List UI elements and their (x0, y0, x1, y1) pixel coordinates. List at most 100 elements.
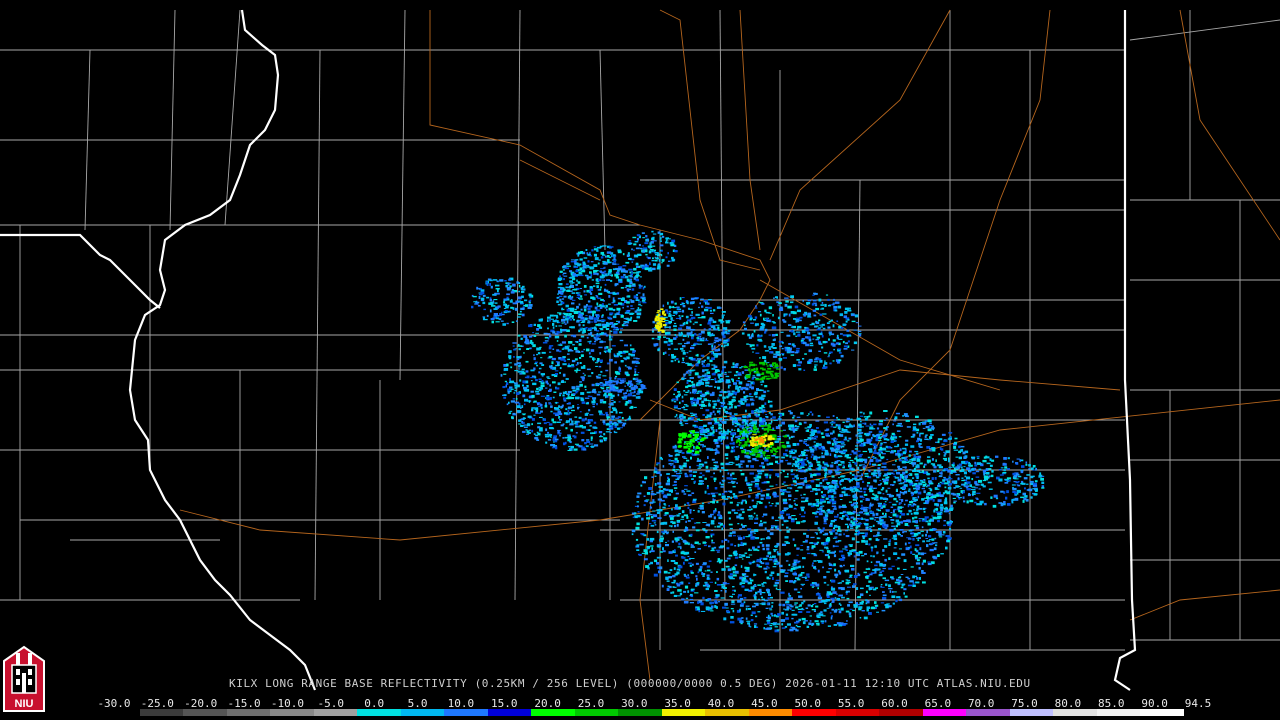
echo-pixel (905, 420, 910, 422)
echo-pixel (857, 572, 860, 575)
echo-pixel (923, 479, 926, 481)
echo-pixel (909, 459, 913, 461)
echo-pixel (929, 518, 933, 521)
echo-pixel (600, 413, 603, 416)
echo-pixel (802, 557, 806, 560)
echo-pixel (731, 482, 735, 484)
echo-pixel (874, 519, 876, 521)
echo-pixel (601, 323, 606, 327)
echo-pixel (929, 422, 932, 424)
echo-pixel (878, 528, 882, 531)
echo-pixel (833, 624, 838, 626)
echo-pixel (880, 586, 885, 588)
echo-pixel (864, 475, 869, 477)
echo-pixel (824, 429, 828, 432)
echo-pixel (614, 313, 617, 316)
echo-pixel (602, 314, 604, 316)
echo-pixel (725, 320, 730, 322)
echo-pixel (579, 258, 583, 261)
echo-pixel (916, 559, 920, 562)
echo-pixel (611, 308, 616, 311)
echo-pixel (865, 590, 868, 594)
echo-pixel (687, 590, 690, 593)
echo-pixel (515, 398, 518, 400)
echo-pixel (792, 415, 796, 417)
echo-pixel (848, 601, 853, 604)
echo-pixel (572, 393, 576, 395)
echo-pixel (539, 362, 543, 365)
echo-pixel (735, 457, 739, 461)
echo-pixel (567, 286, 570, 288)
echo-pixel (692, 329, 696, 331)
echo-pixel (641, 299, 646, 302)
echo-pixel (782, 498, 787, 502)
echo-pixel (834, 469, 839, 472)
echo-pixel (752, 505, 758, 507)
echo-pixel (536, 364, 539, 367)
echo-pixel (832, 545, 835, 548)
echo-pixel (671, 319, 675, 321)
echo-pixel (764, 527, 767, 531)
echo-pixel (854, 533, 858, 536)
echo-pixel (577, 251, 582, 254)
echo-pixel (547, 378, 551, 379)
echo-pixel (666, 337, 669, 339)
echo-pixel (574, 358, 578, 361)
echo-pixel (689, 509, 692, 512)
echo-pixel (918, 508, 923, 510)
echo-pixel (536, 431, 539, 434)
echo-pixel (907, 577, 911, 580)
echo-pixel (831, 500, 837, 504)
echo-pixel (538, 318, 543, 322)
echo-pixel (711, 428, 713, 431)
echo-pixel (829, 603, 832, 606)
echo-pixel (608, 377, 612, 379)
echo-pixel (898, 579, 903, 583)
echo-pixel (794, 604, 797, 606)
echo-pixel (667, 559, 669, 562)
echo-pixel (880, 482, 882, 485)
echo-pixel (913, 487, 917, 490)
echo-pixel (684, 488, 688, 490)
echo-pixel (678, 506, 681, 510)
echo-pixel (785, 600, 790, 604)
echo-pixel (806, 415, 809, 417)
echo-pixel (837, 571, 841, 573)
echo-pixel (683, 457, 688, 459)
echo-pixel (669, 569, 673, 572)
echo-pixel (646, 517, 651, 520)
echo-pixel (561, 307, 563, 311)
echo-pixel (730, 496, 733, 499)
echo-pixel (691, 518, 694, 520)
echo-pixel (732, 552, 736, 554)
echo-pixel (838, 463, 842, 466)
echo-pixel (839, 494, 844, 497)
echo-pixel (593, 253, 597, 257)
echo-pixel (853, 604, 858, 606)
echo-pixel (834, 597, 837, 599)
echo-pixel (669, 310, 672, 313)
echo-pixel (915, 526, 920, 530)
echo-pixel (537, 426, 541, 429)
echo-pixel (875, 538, 879, 541)
echo-pixel (561, 379, 564, 382)
echo-pixel (768, 593, 771, 596)
echo-pixel (834, 545, 839, 547)
echo-pixel (868, 469, 871, 473)
echo-pixel (670, 464, 673, 466)
echo-pixel (810, 490, 814, 492)
echo-pixel (580, 431, 585, 434)
echo-pixel (771, 605, 774, 608)
echo-pixel (885, 489, 888, 493)
echo-pixel (665, 576, 669, 580)
echo-pixel (640, 484, 643, 487)
echo-pixel (870, 606, 876, 610)
echo-pixel (916, 458, 921, 462)
echo-pixel (805, 539, 808, 543)
echo-pixel (636, 316, 641, 319)
echo-pixel (683, 493, 687, 495)
echo-pixel (710, 605, 714, 609)
echo-pixel (734, 497, 738, 499)
echo-pixel (865, 518, 869, 522)
echo-pixel (810, 605, 814, 608)
